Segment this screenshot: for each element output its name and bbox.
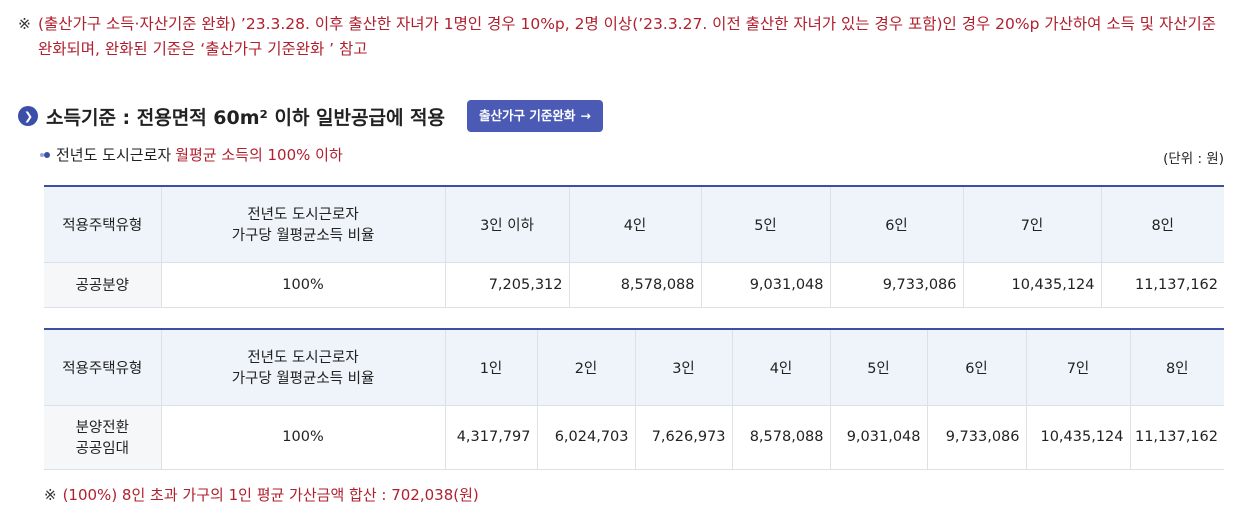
bottom-note-text: (100%) 8인 초과 가구의 1인 평균 가산금액 합산 : 702,038… [62, 486, 479, 504]
header-household-size: 4인 [569, 186, 702, 263]
row-type-line1: 분양전환 [75, 420, 129, 436]
row-income-ratio: 100% [161, 262, 446, 308]
chevron-right-icon: ❯ [18, 106, 38, 126]
section-header: ❯ 소득기준 : 전용면적 60m² 이하 일반공급에 적용 출산가구 기준완화… [18, 100, 603, 132]
bullet-dot-icon [40, 151, 50, 158]
header-housing-type: 적용주택유형 [44, 329, 162, 406]
header-ratio-line1: 전년도 도시근로자 [247, 207, 359, 224]
top-note-text: (출산가구 소득·자산기준 완화) ’23.3.28. 이후 출산한 자녀가 1… [38, 15, 1217, 58]
header-household-size: 6인 [927, 329, 1027, 406]
public-sale-income-table: 적용주택유형 전년도 도시근로자 가구당 월평균소득 비율 3인 이하 4인 5… [44, 185, 1224, 308]
income-value: 10,435,124 [963, 262, 1102, 308]
income-value: 8,578,088 [732, 405, 831, 470]
header-household-size: 1인 [445, 329, 538, 406]
subtitle-highlight: 월평균 소득의 100% 이하 [175, 146, 343, 164]
reference-mark: ※ [44, 486, 57, 504]
table-header-row: 적용주택유형 전년도 도시근로자 가구당 월평균소득 비율 1인 2인 3인 4… [44, 329, 1224, 406]
income-value: 4,317,797 [445, 405, 538, 470]
table-row: 분양전환 공공임대 100% 4,317,797 6,024,703 7,626… [44, 405, 1224, 470]
reference-mark: ※ [18, 15, 31, 33]
rental-conversion-income-table: 적용주택유형 전년도 도시근로자 가구당 월평균소득 비율 1인 2인 3인 4… [44, 328, 1224, 470]
income-value: 9,733,086 [927, 405, 1027, 470]
subtitle-prefix: 전년도 도시근로자 [56, 146, 172, 164]
header-household-size: 3인 이하 [445, 186, 570, 263]
header-ratio-line1: 전년도 도시근로자 [247, 350, 359, 367]
header-household-size: 5인 [830, 329, 928, 406]
header-housing-type: 적용주택유형 [44, 186, 162, 263]
income-value: 6,024,703 [537, 405, 636, 470]
header-household-size: 8인 [1130, 329, 1224, 406]
relief-button-label: 출산가구 기준완화 [479, 108, 576, 123]
bottom-note: ※ (100%) 8인 초과 가구의 1인 평균 가산금액 합산 : 702,03… [44, 484, 479, 505]
header-household-size: 7인 [963, 186, 1102, 263]
header-household-size: 3인 [635, 329, 733, 406]
unit-label: (단위 : 원) [1163, 151, 1224, 167]
income-value: 9,031,048 [701, 262, 831, 308]
header-household-size: 7인 [1026, 329, 1131, 406]
section-title: 소득기준 : 전용면적 60m² 이하 일반공급에 적용 [46, 106, 446, 129]
income-criteria-subtitle: 전년도 도시근로자 월평균 소득의 100% 이하 [40, 144, 343, 165]
row-housing-type: 공공분양 [44, 262, 162, 308]
table-header-row: 적용주택유형 전년도 도시근로자 가구당 월평균소득 비율 3인 이하 4인 5… [44, 186, 1224, 263]
header-household-size: 6인 [830, 186, 964, 263]
income-value: 10,435,124 [1026, 405, 1131, 470]
top-note: ※ (출산가구 소득·자산기준 완화) ’23.3.28. 이후 출산한 자녀가… [18, 12, 1230, 62]
table-row: 공공분양 100% 7,205,312 8,578,088 9,031,048 … [44, 262, 1224, 308]
birth-household-relief-button[interactable]: 출산가구 기준완화 → [467, 100, 603, 132]
row-income-ratio: 100% [161, 405, 446, 470]
header-household-size: 2인 [537, 329, 636, 406]
income-value: 9,031,048 [830, 405, 928, 470]
header-household-size: 8인 [1101, 186, 1224, 263]
row-type-line2: 공공임대 [75, 441, 129, 457]
header-ratio-line2: 가구당 월평균소득 비율 [231, 371, 375, 388]
income-value: 9,733,086 [830, 262, 964, 308]
header-household-size: 5인 [701, 186, 831, 263]
header-income-ratio: 전년도 도시근로자 가구당 월평균소득 비율 [161, 329, 446, 406]
income-value: 11,137,162 [1130, 405, 1224, 470]
arrow-right-icon: → [580, 108, 591, 123]
income-value: 8,578,088 [569, 262, 702, 308]
income-value: 11,137,162 [1101, 262, 1224, 308]
header-household-size: 4인 [732, 329, 831, 406]
income-value: 7,205,312 [445, 262, 570, 308]
header-ratio-line2: 가구당 월평균소득 비율 [231, 228, 375, 245]
row-housing-type: 분양전환 공공임대 [44, 405, 162, 470]
income-value: 7,626,973 [635, 405, 733, 470]
header-income-ratio: 전년도 도시근로자 가구당 월평균소득 비율 [161, 186, 446, 263]
